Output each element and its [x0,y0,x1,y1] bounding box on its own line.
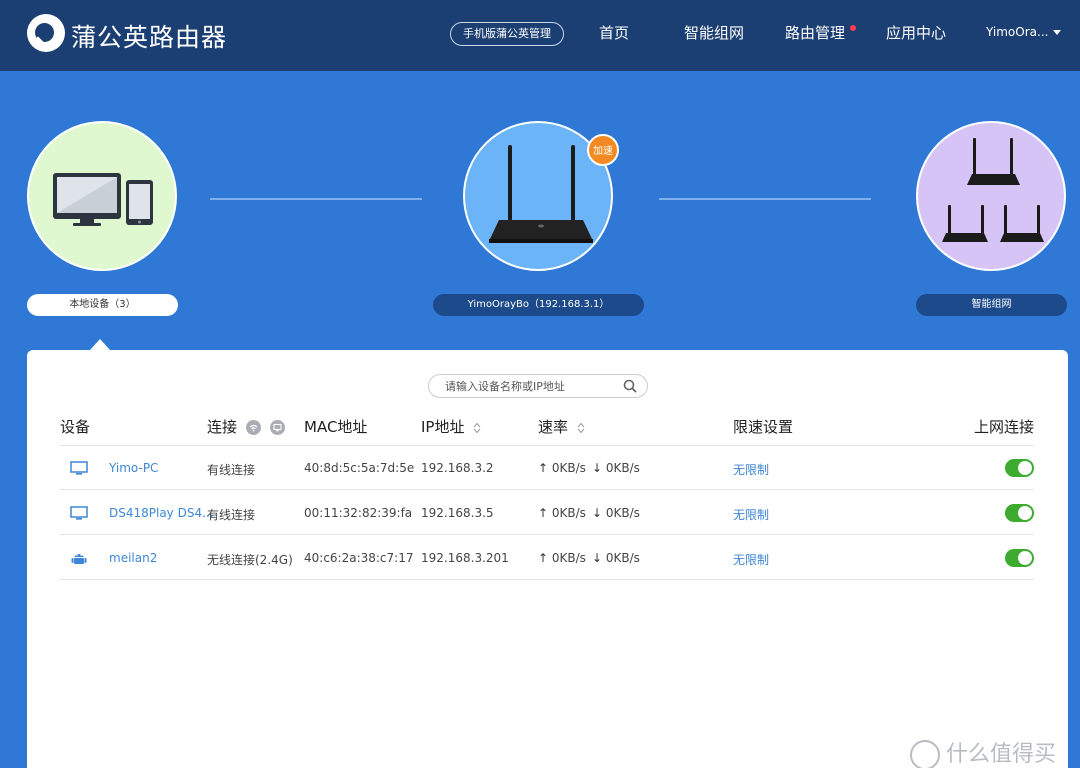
col-connection-label: 连接 [207,418,238,436]
user-menu[interactable]: YimoOra... [986,25,1062,39]
table-row: Yimo-PC 有线连接 40:8d:5c:5a:7d:5e 192.168.3… [60,446,1034,490]
upload-rate: ↑ 0KB/s [538,461,586,475]
connector-line [659,198,871,200]
arrow-down-icon: ↓ [592,461,603,475]
mac-address: 40:8d:5c:5a:7d:5e [304,461,415,475]
device-name[interactable]: DS418Play DS4... [109,506,214,520]
ip-address: 192.168.3.5 [421,506,494,520]
connection-type: 有线连接 [207,508,256,522]
col-ip[interactable]: IP地址 [421,416,481,437]
search-input[interactable] [445,375,625,398]
local-devices-label[interactable]: 本地设备（3） [27,294,178,316]
download-value: 0KB/s [605,506,640,520]
chevron-down-icon [1053,30,1062,35]
wired-filter-icon[interactable] [269,420,285,435]
col-ip-label: IP地址 [421,418,465,436]
table-row: DS418Play DS4... 有线连接 00:11:32:82:39:fa … [60,491,1034,535]
watermark: 什么值得买 [909,736,1056,768]
download-rate: ↓ 0KB/s [592,461,640,475]
arrow-down-icon: ↓ [592,506,603,520]
mac-address: 00:11:32:82:39:fa [304,506,413,520]
connection-type: 有线连接 [207,463,256,477]
device-search[interactable] [428,374,648,398]
arrow-down-icon: ↓ [592,551,603,565]
top-header: 蒲公英路由器 手机版蒲公英管理 首页 智能组网 路由管理 应用中心 YimoOr… [0,0,1080,71]
col-speed-limit: 限速设置 [733,418,794,436]
speed-limit-link[interactable]: 无限制 [733,551,769,568]
connection-type: 无线连接(2.4G) [207,553,293,567]
watermark-text: 什么值得买 [945,742,1056,767]
smart-network-node[interactable] [916,121,1066,271]
search-icon[interactable] [623,379,637,393]
nav-app-center[interactable]: 应用中心 [886,22,946,43]
router-label[interactable]: YimoOrayBo（192.168.3.1） [433,294,644,316]
app-title[interactable]: 蒲公英路由器 [71,18,227,54]
upload-rate: ↑ 0KB/s [538,551,586,565]
arrow-up-icon: ↑ [538,506,549,520]
upload-value: 0KB/s [551,551,586,565]
user-name: YimoOra... [986,25,1049,39]
nav-home[interactable]: 首页 [599,22,629,43]
local-devices-node[interactable] [27,121,177,271]
logo-icon[interactable] [27,14,65,52]
device-name[interactable]: meilan2 [109,551,157,565]
smart-network-label[interactable]: 智能组网 [916,294,1067,316]
internet-toggle[interactable] [1005,459,1034,477]
arrow-up-icon: ↑ [538,551,549,565]
speed-limit-link[interactable]: 无限制 [733,506,769,523]
watermark-logo-icon [909,740,940,768]
arrow-up-icon: ↑ [538,461,549,475]
upload-value: 0KB/s [551,506,586,520]
download-value: 0KB/s [605,551,640,565]
col-internet-access: 上网连接 [974,418,1035,436]
ip-address: 192.168.3.2 [421,461,494,475]
device-panel: 设备 连接 MAC地址 IP地址 速率 限速设置 上网连接 Yimo-PC 有线… [27,350,1068,768]
col-device: 设备 [60,418,91,436]
computer-devices-icon [53,173,153,226]
download-rate: ↓ 0KB/s [592,506,640,520]
monitor-icon [70,506,88,520]
nav-router-management[interactable]: 路由管理 [785,22,845,43]
col-mac: MAC地址 [304,418,368,436]
download-value: 0KB/s [605,461,640,475]
internet-toggle[interactable] [1005,504,1034,522]
mobile-management-button[interactable]: 手机版蒲公英管理 [450,22,564,46]
notification-dot [850,25,856,31]
col-speed[interactable]: 速率 [538,416,585,437]
boost-badge[interactable]: 加速 [587,134,619,166]
internet-toggle[interactable] [1005,549,1034,567]
monitor-icon [70,461,88,475]
panel-pointer [90,339,110,350]
download-rate: ↓ 0KB/s [592,551,640,565]
nav-smart-network[interactable]: 智能组网 [684,22,744,43]
speed-limit-link[interactable]: 无限制 [733,461,769,478]
wifi-filter-icon[interactable] [245,420,261,435]
table-row: meilan2 无线连接(2.4G) 40:c6:2a:38:c7:17 192… [60,536,1034,580]
device-name[interactable]: Yimo-PC [109,461,158,475]
ip-address: 192.168.3.201 [421,551,509,565]
upload-value: 0KB/s [551,461,586,475]
android-icon [71,554,87,564]
connector-line [210,198,422,200]
upload-rate: ↑ 0KB/s [538,506,586,520]
col-speed-label: 速率 [538,418,569,436]
mesh-routers-icon [942,138,1044,242]
col-connection: 连接 [207,416,285,437]
mac-address: 40:c6:2a:38:c7:17 [304,551,414,565]
sort-icon[interactable] [577,422,585,434]
sort-icon[interactable] [473,422,481,434]
